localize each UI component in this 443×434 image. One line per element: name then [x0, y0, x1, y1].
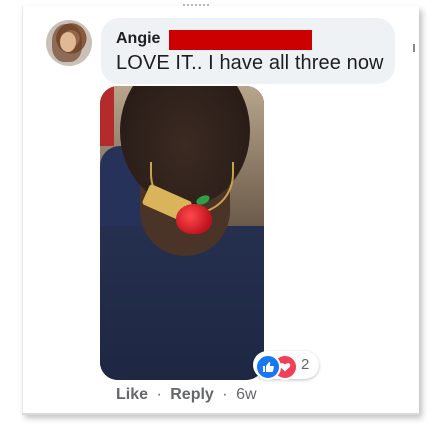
photo-apple-pendant: [176, 204, 212, 234]
comment-author-name[interactable]: Angie: [116, 30, 160, 48]
like-link[interactable]: Like: [116, 386, 148, 403]
panel-bottom-edge: [22, 413, 420, 415]
photo-red-object: [100, 86, 114, 146]
redacted-name-bar: [169, 30, 312, 50]
avatar-face: [60, 32, 76, 52]
comment-text: LOVE IT.. I have all three now: [116, 52, 384, 74]
action-separator: ·: [222, 386, 228, 403]
scroll-edge-mark: [413, 44, 415, 52]
reply-link[interactable]: Reply: [170, 386, 214, 403]
like-icon: [255, 354, 281, 380]
comment-photo[interactable]: [100, 86, 264, 380]
reaction-summary[interactable]: 2: [253, 351, 319, 380]
avatar[interactable]: [46, 20, 92, 66]
reaction-count: 2: [301, 356, 310, 373]
comment-actions: Like · Reply · 6w: [116, 386, 257, 404]
comment-timestamp[interactable]: 6w: [236, 386, 256, 403]
thumbs-up-glyph: [263, 362, 274, 372]
action-separator: ·: [156, 386, 162, 403]
